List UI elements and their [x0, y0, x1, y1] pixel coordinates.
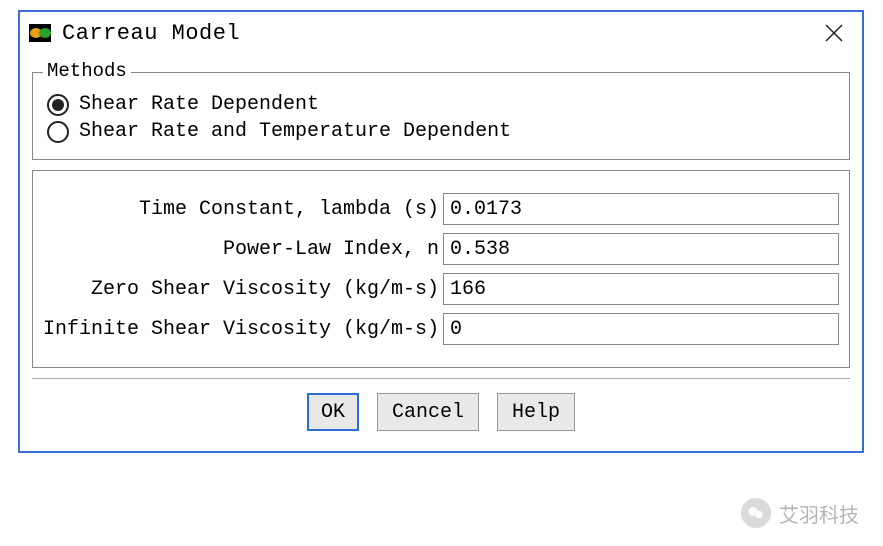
param-row-infinite-shear-viscosity: Infinite Shear Viscosity (kg/m-s) — [43, 313, 839, 345]
ok-button[interactable]: OK — [307, 393, 359, 431]
carreau-model-dialog: Carreau Model Methods Shear Rate Depende… — [18, 10, 864, 453]
close-icon — [824, 23, 844, 43]
radio-label: Shear Rate Dependent — [79, 93, 319, 116]
dialog-content: Methods Shear Rate Dependent Shear Rate … — [20, 54, 862, 451]
infinite-shear-viscosity-input[interactable] — [443, 313, 839, 345]
wechat-icon — [741, 498, 771, 528]
parameters-panel: Time Constant, lambda (s) Power-Law Inde… — [32, 170, 850, 368]
methods-groupbox: Methods Shear Rate Dependent Shear Rate … — [32, 72, 850, 160]
window-title: Carreau Model — [62, 21, 240, 46]
watermark: 艾羽科技 — [741, 498, 859, 528]
radio-selected-dot — [52, 99, 64, 111]
help-button[interactable]: Help — [497, 393, 575, 431]
param-label: Infinite Shear Viscosity (kg/m-s) — [43, 318, 443, 341]
app-icon — [28, 21, 52, 45]
param-row-time-constant: Time Constant, lambda (s) — [43, 193, 839, 225]
zero-shear-viscosity-input[interactable] — [443, 273, 839, 305]
watermark-text: 艾羽科技 — [779, 499, 859, 528]
param-label: Time Constant, lambda (s) — [43, 198, 443, 221]
title-left: Carreau Model — [28, 21, 240, 46]
radio-shear-rate-dependent[interactable]: Shear Rate Dependent — [47, 93, 837, 116]
separator — [32, 378, 850, 379]
radio-shear-rate-temperature-dependent[interactable]: Shear Rate and Temperature Dependent — [47, 120, 837, 143]
time-constant-input[interactable] — [443, 193, 839, 225]
radio-label: Shear Rate and Temperature Dependent — [79, 120, 511, 143]
param-row-zero-shear-viscosity: Zero Shear Viscosity (kg/m-s) — [43, 273, 839, 305]
close-button[interactable] — [816, 15, 852, 51]
param-label: Power-Law Index, n — [43, 238, 443, 261]
power-law-index-input[interactable] — [443, 233, 839, 265]
radio-icon — [47, 121, 69, 143]
methods-legend: Methods — [43, 60, 131, 82]
button-row: OK Cancel Help — [30, 393, 852, 441]
param-row-power-law-index: Power-Law Index, n — [43, 233, 839, 265]
cancel-button[interactable]: Cancel — [377, 393, 479, 431]
radio-icon — [47, 94, 69, 116]
titlebar: Carreau Model — [20, 12, 862, 54]
param-label: Zero Shear Viscosity (kg/m-s) — [43, 278, 443, 301]
